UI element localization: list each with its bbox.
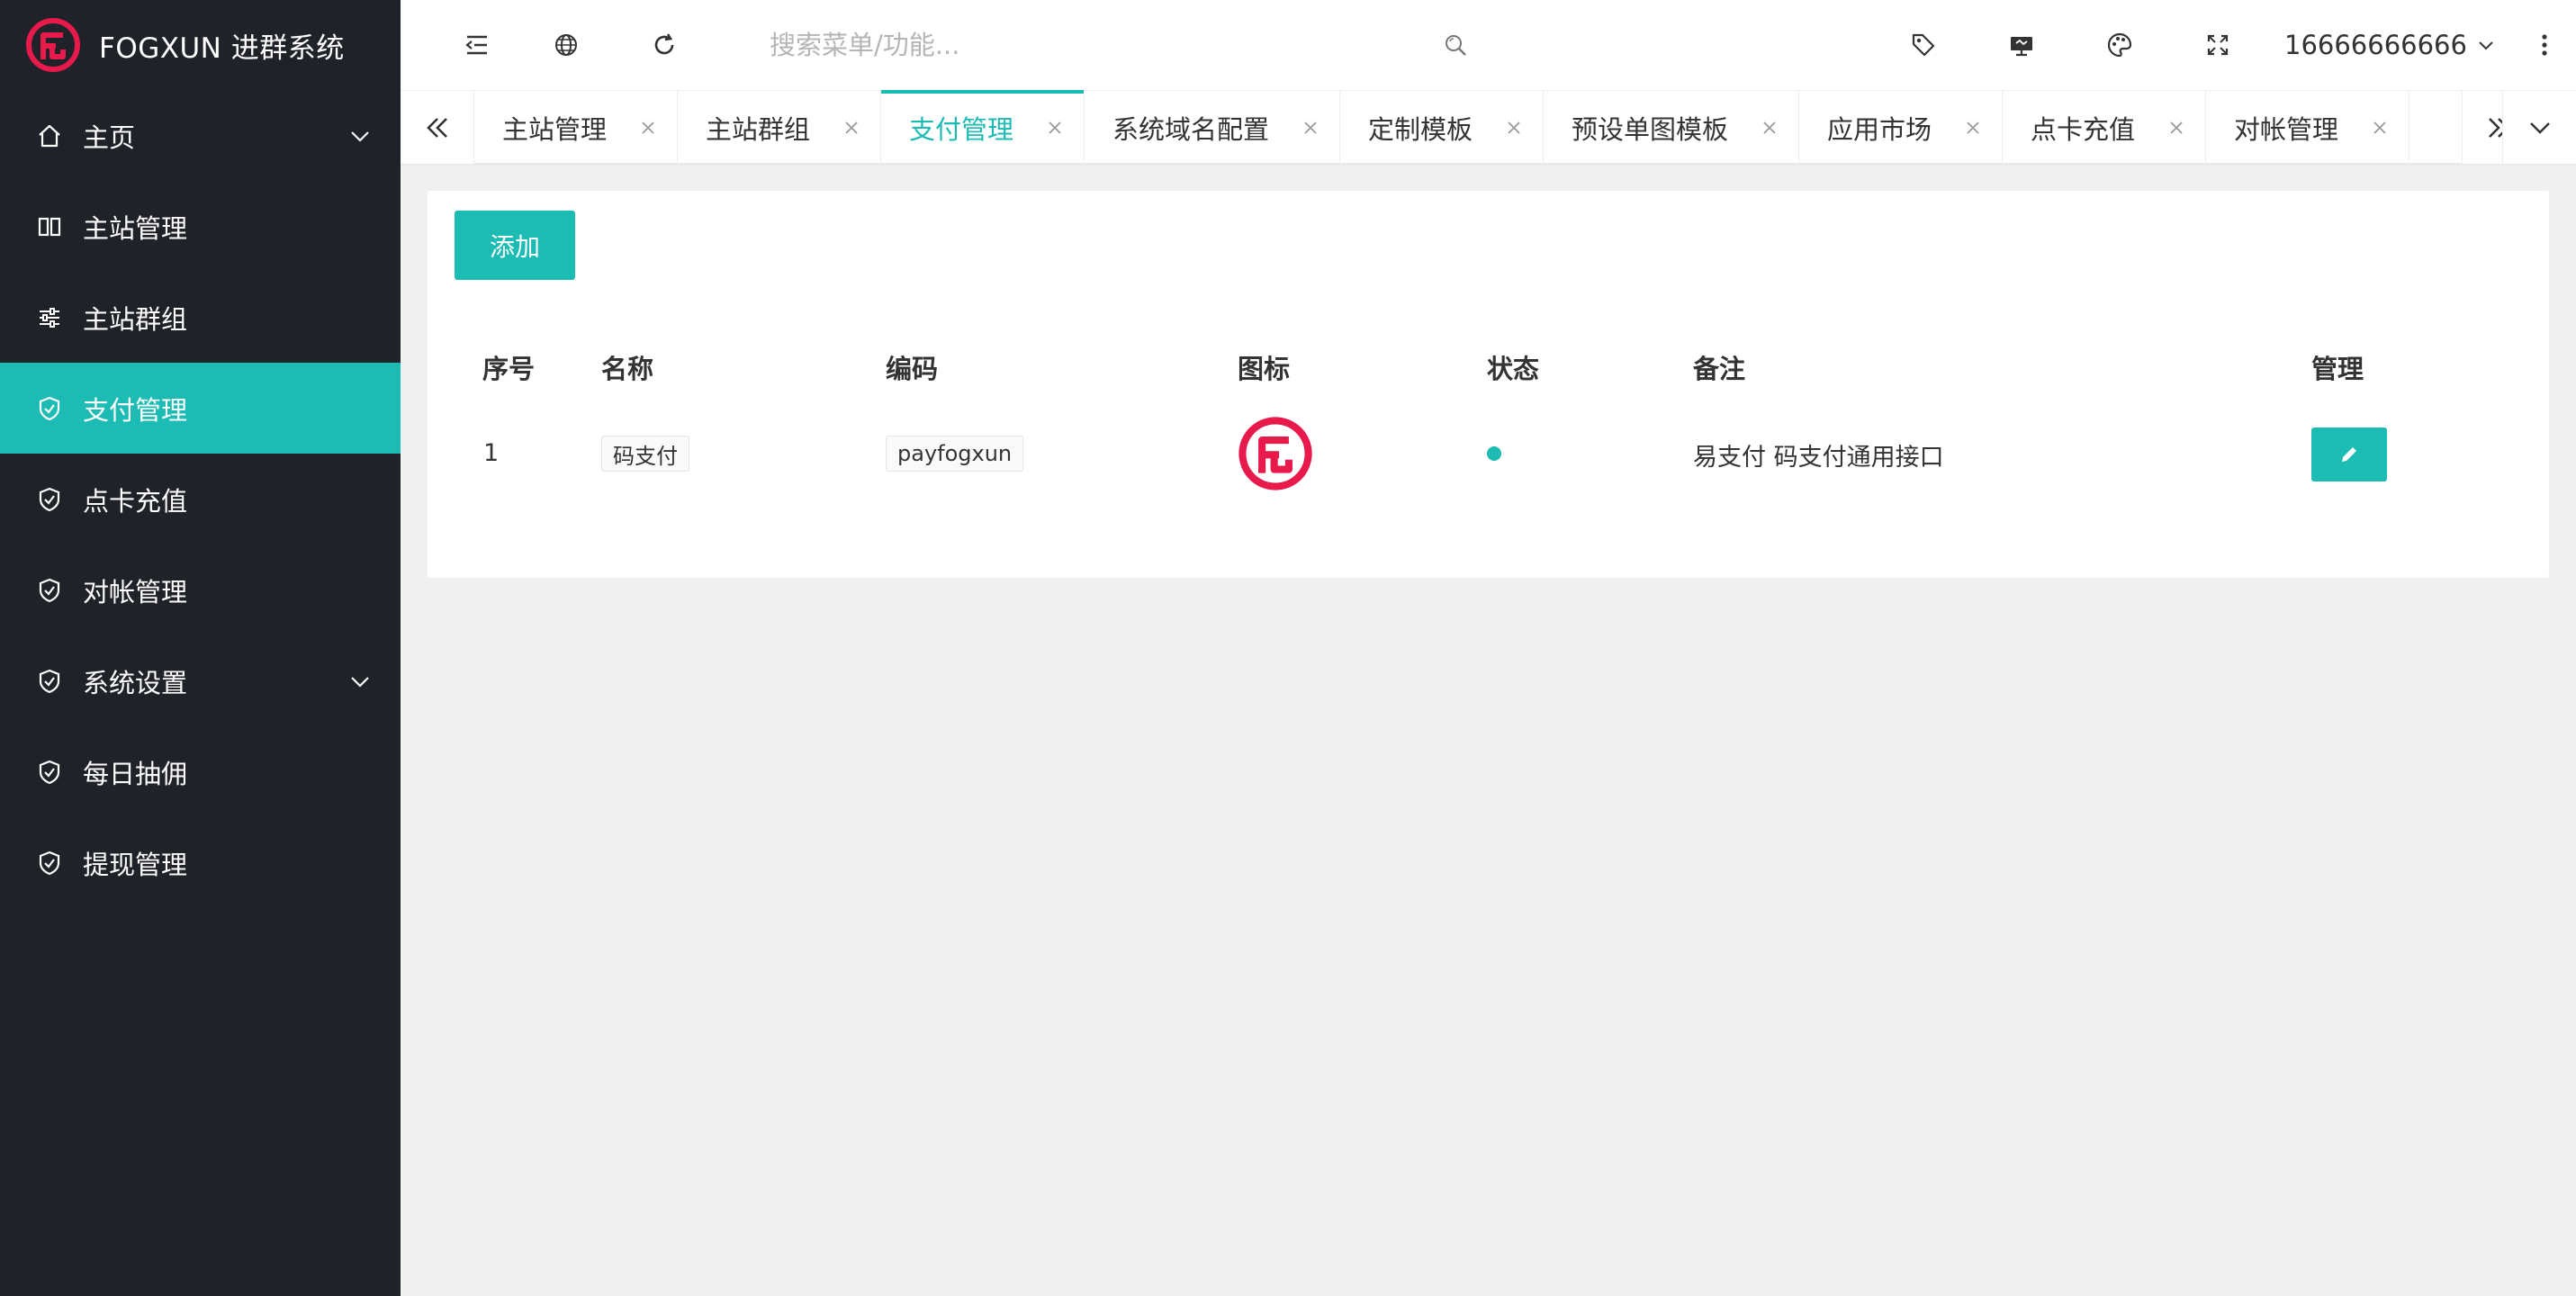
column-header-index: 序号 — [482, 354, 536, 384]
fogxun-logo-icon — [1238, 417, 1312, 490]
pencil-icon — [2342, 447, 2356, 462]
tab-label: 对帐管理 — [2234, 113, 2339, 145]
chevron-down-icon — [351, 676, 369, 688]
sidebar-item-label: 每日抽佣 — [83, 758, 188, 789]
page-tabs: 主站管理 主站群组 支付管理 系统域名配置 定制模板 预设单图模板 应用市场 点… — [401, 90, 2576, 164]
column-header-name: 名称 — [601, 354, 654, 384]
tab-label: 主站管理 — [502, 113, 608, 145]
close-icon[interactable] — [2371, 119, 2389, 137]
column-header-code: 编码 — [886, 354, 939, 384]
column-header-icon: 图标 — [1238, 354, 1291, 384]
refresh-icon[interactable] — [644, 25, 684, 65]
sidebar-item-label: 主站群组 — [83, 303, 188, 335]
top-header: 16666666666 — [401, 0, 2576, 90]
shield-icon — [36, 395, 63, 422]
row-remark: 易支付 码支付通用接口 — [1693, 444, 1944, 472]
sidebar-item-daily-commission[interactable]: 每日抽佣 — [0, 726, 401, 817]
tag-icon[interactable] — [1904, 25, 1943, 65]
tab-label: 支付管理 — [909, 113, 1014, 145]
shield-icon — [36, 850, 63, 877]
shield-icon — [36, 668, 63, 695]
row-code-tag: payfogxun — [886, 436, 1024, 472]
brand-name: FOGXUN 进群系统 — [99, 32, 345, 65]
tabs-scroll-left-icon[interactable] — [401, 91, 474, 164]
sidebar-item-label: 主页 — [83, 122, 136, 153]
shield-icon — [36, 577, 63, 604]
sidebar-item-label: 提现管理 — [83, 849, 188, 880]
columns-icon — [36, 213, 63, 240]
shield-icon — [36, 486, 63, 513]
sidebar-item-home[interactable]: 主页 — [0, 90, 401, 181]
search-box[interactable] — [770, 20, 1466, 70]
sidebar-item-label: 对帐管理 — [83, 576, 188, 608]
search-icon[interactable] — [1436, 25, 1475, 65]
sidebar-item-main-site-group[interactable]: 主站群组 — [0, 272, 401, 363]
user-menu[interactable]: 16666666666 — [2284, 22, 2496, 68]
fullscreen-icon[interactable] — [2198, 25, 2238, 65]
sidebar-item-payment[interactable]: 支付管理 — [0, 363, 401, 454]
sidebar-item-label: 主站管理 — [83, 212, 188, 244]
chevron-down-icon — [351, 130, 369, 142]
tabs-menu-chevron-icon[interactable] — [2502, 91, 2576, 164]
globe-icon[interactable] — [546, 25, 586, 65]
tab-custom-template[interactable]: 定制模板 — [1340, 91, 1544, 164]
tab-label: 定制模板 — [1368, 113, 1473, 145]
sidebar-item-reconciliation[interactable]: 对帐管理 — [0, 544, 401, 635]
tab-payment[interactable]: 支付管理 — [881, 90, 1085, 164]
shield-icon — [36, 759, 63, 786]
sidebar-item-system-settings[interactable]: 系统设置 — [0, 635, 401, 726]
more-vertical-icon[interactable] — [2525, 25, 2564, 65]
column-header-status: 状态 — [1487, 354, 1540, 384]
fogxun-logo-icon — [26, 18, 80, 72]
sidebar-item-label: 系统设置 — [83, 667, 188, 698]
tab-card-recharge[interactable]: 点卡充值 — [2003, 91, 2206, 164]
sidebar-item-label: 支付管理 — [83, 394, 188, 426]
chevron-down-icon — [2479, 41, 2493, 50]
close-icon[interactable] — [2167, 119, 2185, 137]
sidebar-item-card-recharge[interactable]: 点卡充值 — [0, 454, 401, 544]
user-name: 16666666666 — [2284, 30, 2467, 60]
tab-app-market[interactable]: 应用市场 — [1799, 91, 2003, 164]
tab-label: 应用市场 — [1827, 113, 1932, 145]
brand-logo[interactable]: FOGXUN 进群系统 — [0, 0, 401, 90]
close-icon[interactable] — [1505, 119, 1523, 137]
column-header-actions: 管理 — [2311, 354, 2364, 384]
row-name-tag: 码支付 — [601, 436, 689, 472]
tab-main-site[interactable]: 主站管理 — [474, 91, 678, 164]
close-icon[interactable] — [842, 119, 860, 137]
search-input[interactable] — [770, 30, 1310, 60]
tab-label: 主站群组 — [706, 113, 811, 145]
tab-label: 预设单图模板 — [1572, 113, 1729, 145]
tab-reconciliation[interactable]: 对帐管理 — [2206, 91, 2409, 164]
row-index: 1 — [483, 439, 500, 467]
tab-label: 系统域名配置 — [1112, 113, 1270, 145]
home-icon — [36, 122, 63, 149]
menu-collapse-icon[interactable] — [457, 25, 497, 65]
palette-icon[interactable] — [2100, 25, 2139, 65]
close-icon[interactable] — [1302, 119, 1320, 137]
tab-system-domain[interactable]: 系统域名配置 — [1085, 91, 1340, 164]
column-header-remark: 备注 — [1693, 354, 1746, 384]
payment-table-card: 添加 序号 名称 编码 图标 状态 备注 管理 1 码支付 payfogxun … — [428, 191, 2549, 578]
sidebar: FOGXUN 进群系统 主页 主站管理 主站群组 支付管理 点卡充值 对帐管理 … — [0, 0, 401, 1296]
tab-main-site-group[interactable]: 主站群组 — [678, 91, 881, 164]
monitor-icon[interactable] — [2002, 25, 2041, 65]
sliders-icon — [36, 304, 63, 331]
tab-label: 点卡充值 — [2031, 113, 2136, 145]
close-icon[interactable] — [1046, 119, 1064, 137]
sidebar-item-withdrawal[interactable]: 提现管理 — [0, 817, 401, 908]
tab-preset-template[interactable]: 预设单图模板 — [1544, 91, 1799, 164]
close-icon[interactable] — [1964, 119, 1982, 137]
sidebar-item-label: 点卡充值 — [83, 485, 188, 517]
sidebar-item-main-site[interactable]: 主站管理 — [0, 181, 401, 272]
status-indicator — [1487, 446, 1501, 461]
close-icon[interactable] — [1761, 119, 1779, 137]
add-button[interactable]: 添加 — [455, 211, 575, 280]
close-icon[interactable] — [639, 119, 657, 137]
edit-button[interactable] — [2311, 428, 2387, 482]
